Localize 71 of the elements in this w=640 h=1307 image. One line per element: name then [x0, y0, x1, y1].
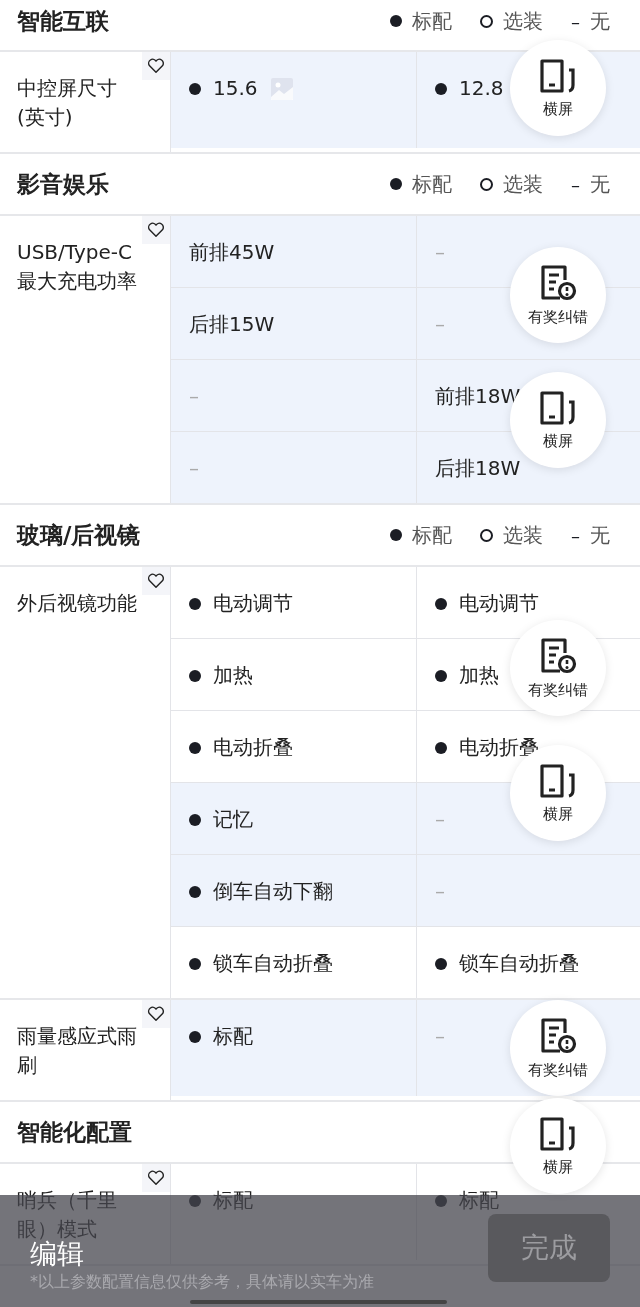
filled-dot-icon: [189, 83, 201, 95]
row-label: 中控屏尺寸(英寸): [17, 75, 118, 131]
filled-dot-icon: [435, 958, 447, 970]
filled-dot-icon: [189, 742, 201, 754]
legend-symbol: –: [571, 524, 580, 546]
filled-dot-icon: [390, 178, 402, 190]
legend-label: 无: [590, 7, 610, 35]
legend-label: 无: [590, 521, 610, 549]
filled-dot-icon: [435, 598, 447, 610]
cell-value: –: [189, 455, 199, 482]
cell-value: 锁车自动折叠: [213, 950, 333, 977]
legend-label: 选装: [503, 170, 543, 198]
cell-value: 15.6: [213, 75, 258, 102]
row-label: 哨兵（千里眼）模式: [17, 1187, 118, 1241]
cell-value: 加热: [459, 662, 499, 689]
ring-icon: [480, 14, 493, 28]
cell-value: 标配: [459, 1187, 499, 1214]
filled-dot-icon: [435, 83, 447, 95]
filled-dot-icon: [189, 958, 201, 970]
ring-icon: [480, 528, 493, 542]
phone-rotate-icon: [538, 762, 578, 799]
cell-value: 倒车自动下翻: [213, 878, 333, 905]
filled-dot-icon: [435, 742, 447, 754]
cell-value: 标配: [213, 1187, 253, 1214]
filled-dot-icon: [390, 15, 402, 27]
filled-dot-icon: [435, 670, 447, 682]
legend-label: 标配: [412, 521, 452, 549]
filled-dot-icon: [189, 1031, 201, 1043]
phone-rotate-icon: [538, 389, 578, 426]
legend-label: 选装: [503, 7, 543, 35]
legend-label: 标配: [412, 170, 452, 198]
cell-value: 标配: [213, 1023, 253, 1050]
cell-value: 前排45W: [189, 239, 275, 266]
cell-value: 12.8: [459, 75, 504, 102]
cell-value: –: [435, 806, 445, 833]
section-title: 影音娱乐: [17, 169, 109, 199]
cell-value: 记忆: [213, 806, 253, 833]
cell-value: –: [189, 383, 199, 410]
row-label: 雨量感应式雨刷: [17, 1023, 138, 1079]
ring-icon: [480, 177, 493, 191]
cell-value: 电动折叠: [213, 734, 293, 761]
row-label: 外后视镜功能: [17, 590, 138, 617]
document-alert-icon: [538, 263, 578, 302]
document-alert-icon: [538, 1016, 578, 1055]
filled-dot-icon: [390, 529, 402, 541]
filled-dot-icon: [189, 670, 201, 682]
phone-rotate-icon: [538, 57, 578, 94]
row-label: USB/Type-C最大充电功率: [17, 239, 138, 295]
legend-symbol: –: [571, 10, 580, 32]
section-title: 智能化配置: [17, 1117, 132, 1147]
cell-value: 电动调节: [213, 590, 293, 617]
cell-value: 电动调节: [459, 590, 539, 617]
legend-label: 无: [590, 170, 610, 198]
cell-value: 后排15W: [189, 311, 275, 338]
cell-value: –: [435, 1023, 445, 1050]
phone-rotate-icon: [538, 1115, 578, 1152]
cell-value: –: [435, 311, 445, 338]
cell-value: 加热: [213, 662, 253, 689]
cell-value: –: [435, 239, 445, 266]
filled-dot-icon: [189, 886, 201, 898]
legend-label: 选装: [503, 521, 543, 549]
cell-value: –: [435, 878, 445, 905]
legend-symbol: –: [571, 173, 580, 195]
section-title: 玻璃/后视镜: [17, 520, 141, 550]
section-title: 智能互联: [17, 6, 109, 36]
filled-dot-icon: [189, 814, 201, 826]
filled-dot-icon: [189, 598, 201, 610]
edit-label: 编辑: [30, 1238, 84, 1271]
legend-label: 标配: [412, 7, 452, 35]
cell-value: 锁车自动折叠: [459, 950, 579, 977]
document-alert-icon: [538, 636, 578, 675]
